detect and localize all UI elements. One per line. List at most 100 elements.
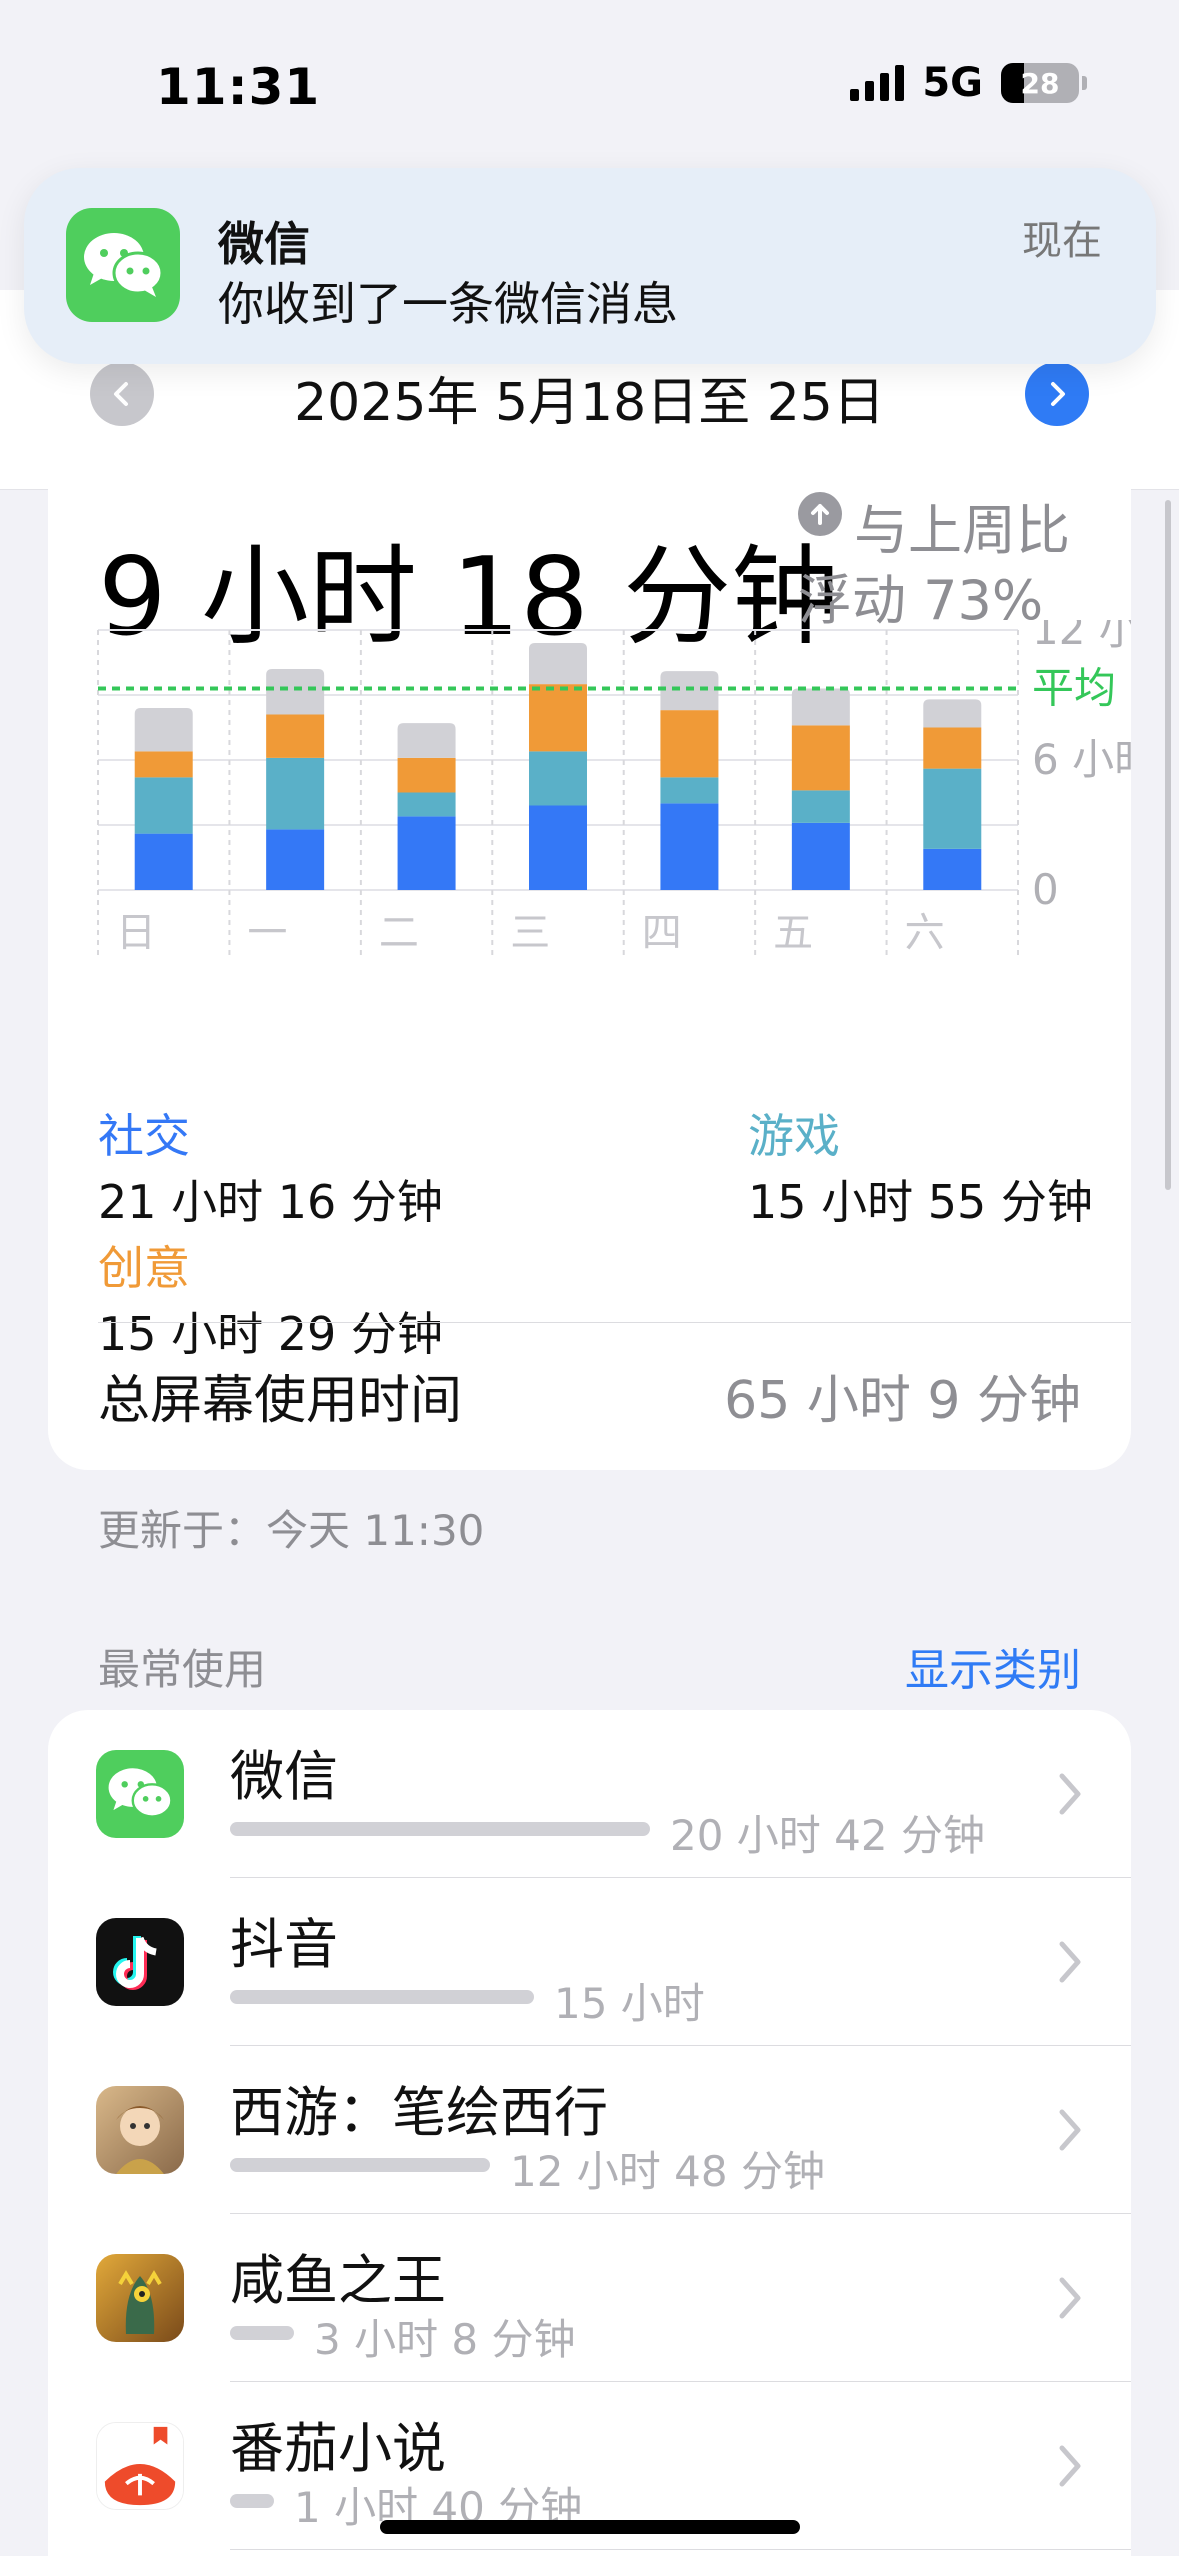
creative-category-value: 15 小时 29 分钟 bbox=[98, 1307, 443, 1361]
compare-label: 与上周比 bbox=[854, 499, 1070, 562]
home-indicator[interactable] bbox=[380, 2520, 800, 2534]
usage-bar bbox=[230, 1822, 650, 1836]
battery-icon: 28 bbox=[1001, 63, 1087, 103]
next-week-button[interactable] bbox=[1025, 362, 1089, 426]
bar-segment-other-二 bbox=[397, 723, 456, 758]
social-category-label: 社交 bbox=[98, 1109, 190, 1163]
y-tick-label: 6 小时 bbox=[1032, 735, 1131, 784]
games-category-value: 15 小时 55 分钟 bbox=[748, 1175, 1093, 1229]
bar-segment-创意-日 bbox=[134, 751, 193, 778]
xiyou-game-icon bbox=[96, 2086, 184, 2174]
x-tick-label: 三 bbox=[510, 910, 550, 956]
bar-segment-社交-三 bbox=[529, 805, 587, 890]
usage-time: 20 小时 42 分钟 bbox=[670, 1811, 985, 1860]
social-category-value: 21 小时 16 分钟 bbox=[98, 1175, 443, 1229]
bar-segment-游戏-四 bbox=[660, 777, 719, 804]
chevron-right-icon bbox=[1051, 382, 1065, 406]
signal-icon bbox=[850, 65, 905, 101]
network-type: 5G bbox=[922, 60, 983, 106]
x-tick-label: 五 bbox=[773, 910, 813, 956]
usage-time: 15 小时 bbox=[554, 1979, 705, 2028]
bar-segment-游戏-日 bbox=[134, 777, 193, 834]
bar-segment-社交-日 bbox=[134, 833, 193, 890]
y-tick-label: 0 bbox=[1032, 865, 1059, 914]
notification-message: 你收到了一条微信消息 bbox=[218, 277, 678, 331]
bar-segment-游戏-二 bbox=[397, 792, 456, 817]
usage-time: 12 小时 48 分钟 bbox=[510, 2147, 825, 2196]
x-tick-label: 一 bbox=[247, 910, 287, 956]
bar-segment-other-日 bbox=[134, 708, 193, 752]
wechat-icon bbox=[66, 208, 180, 322]
bar-segment-社交-五 bbox=[791, 822, 850, 890]
chevron-right-icon bbox=[1059, 1941, 1081, 1983]
divider bbox=[98, 1322, 1131, 1323]
notification-title: 微信 bbox=[218, 217, 310, 271]
x-tick-label: 日 bbox=[116, 910, 156, 956]
most-used-apps-list: 微信 20 小时 42 分钟 抖音 15 小时 西游：笔绘西行 12 小时 48… bbox=[48, 1710, 1131, 2556]
updated-time: 更新于：今天 11:30 bbox=[98, 1506, 485, 1555]
creative-category-label: 创意 bbox=[98, 1241, 190, 1295]
weekly-usage-chart: 日 一 二 三 四 五 六 平均 12 小时 6 小时 0 bbox=[97, 620, 1131, 960]
chevron-right-icon bbox=[1059, 1773, 1081, 1815]
bar-segment-创意-六 bbox=[923, 727, 982, 769]
wechat-icon bbox=[96, 1750, 184, 1838]
app-name: 咸鱼之王 bbox=[230, 2249, 446, 2312]
bar-segment-other-一 bbox=[266, 669, 325, 715]
x-tick-label: 二 bbox=[379, 910, 419, 956]
bar-segment-游戏-三 bbox=[529, 751, 587, 806]
most-used-title: 最常使用 bbox=[98, 1645, 267, 1694]
chevron-right-icon bbox=[1059, 2109, 1081, 2151]
chevron-right-icon bbox=[1059, 2445, 1081, 2487]
app-row-wechat[interactable]: 微信 20 小时 42 分钟 bbox=[48, 1710, 1131, 1878]
app-row-xianyu[interactable]: 咸鱼之王 3 小时 8 分钟 bbox=[48, 2214, 1131, 2382]
show-categories-link[interactable]: 显示类别 bbox=[905, 1634, 1081, 1698]
usage-bar bbox=[230, 2326, 294, 2340]
bar-segment-other-三 bbox=[529, 643, 587, 685]
usage-bar bbox=[230, 2494, 274, 2508]
battery-level: 28 bbox=[1020, 66, 1060, 100]
arrow-up-icon bbox=[798, 492, 842, 536]
bar-segment-社交-六 bbox=[923, 848, 982, 890]
usage-bar bbox=[230, 2158, 490, 2172]
douyin-icon bbox=[96, 1918, 184, 2006]
app-row-xiyou[interactable]: 西游：笔绘西行 12 小时 48 分钟 bbox=[48, 2046, 1131, 2214]
games-category-label: 游戏 bbox=[748, 1109, 840, 1163]
usage-bar bbox=[230, 1990, 534, 2004]
bar-segment-创意-二 bbox=[397, 757, 456, 793]
bar-segment-创意-三 bbox=[529, 684, 587, 752]
app-name: 番茄小说 bbox=[230, 2417, 446, 2480]
status-time: 11:31 bbox=[156, 58, 321, 116]
usage-summary-card: 9 小时 18 分钟 与上周比 浮动 73% 日一二三四五六平均12 小时6 小… bbox=[48, 470, 1131, 1470]
bar-segment-游戏-六 bbox=[923, 768, 982, 849]
scroll-indicator[interactable] bbox=[1165, 500, 1171, 1190]
fanqie-novel-icon bbox=[96, 2422, 184, 2510]
xianyu-king-icon bbox=[96, 2254, 184, 2342]
bar-segment-社交-二 bbox=[397, 816, 456, 890]
app-name: 抖音 bbox=[230, 1913, 338, 1976]
y-tick-label: 12 小时 bbox=[1032, 620, 1131, 654]
wechat-notification[interactable]: 微信 你收到了一条微信消息 现在 bbox=[24, 168, 1156, 364]
bar-segment-other-四 bbox=[660, 671, 719, 711]
bar-segment-游戏-一 bbox=[266, 757, 325, 830]
notification-time: 现在 bbox=[1022, 218, 1102, 264]
total-screen-time-label: 总屏幕使用时间 bbox=[98, 1371, 463, 1431]
app-row-douyin[interactable]: 抖音 15 小时 bbox=[48, 1878, 1131, 2046]
total-screen-time-value: 65 小时 9 分钟 bbox=[724, 1371, 1081, 1431]
bar-segment-游戏-五 bbox=[791, 790, 850, 823]
usage-time: 3 小时 8 分钟 bbox=[314, 2315, 576, 2364]
bar-segment-社交-一 bbox=[266, 829, 325, 890]
app-name: 微信 bbox=[230, 1745, 338, 1808]
average-label: 平均 bbox=[1032, 664, 1116, 713]
bar-segment-other-五 bbox=[791, 688, 850, 726]
app-name: 西游：笔绘西行 bbox=[230, 2081, 608, 2144]
bar-segment-社交-四 bbox=[660, 803, 719, 890]
date-range: 2025年 5月18日至 25日 bbox=[294, 373, 885, 433]
bar-segment-创意-一 bbox=[266, 714, 325, 758]
x-tick-label: 六 bbox=[905, 910, 945, 956]
bar-segment-other-六 bbox=[923, 699, 982, 728]
status-indicators: 5G 28 bbox=[850, 60, 1087, 106]
bar-segment-创意-四 bbox=[660, 710, 719, 778]
bar-segment-创意-五 bbox=[791, 725, 850, 791]
x-tick-label: 四 bbox=[642, 910, 682, 956]
chevron-right-icon bbox=[1059, 2277, 1081, 2319]
